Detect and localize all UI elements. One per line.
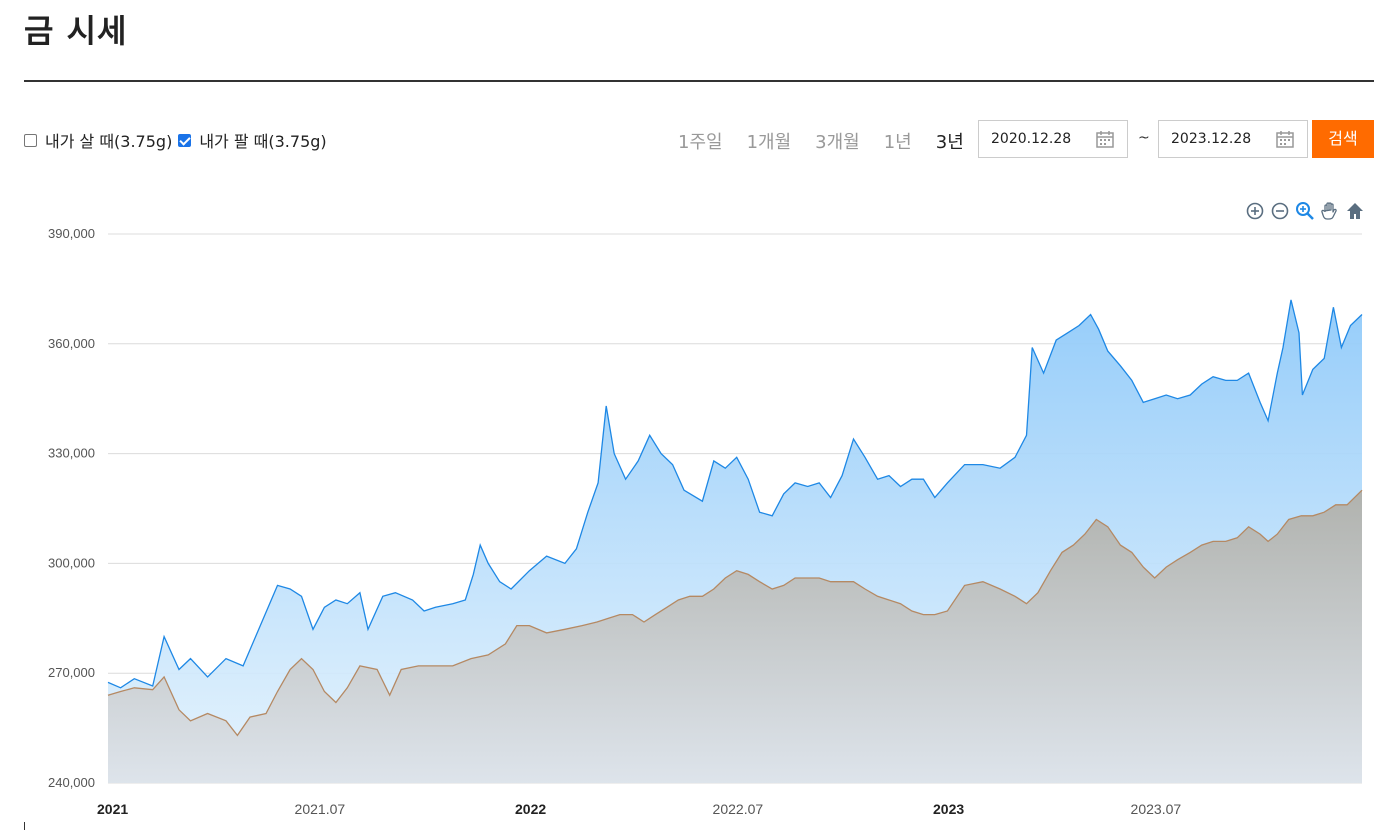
period-3-months[interactable]: 3개월 [815,128,860,154]
period-1-month[interactable]: 1개월 [747,128,792,154]
zoom-in-icon[interactable] [1244,200,1266,222]
period-3-years[interactable]: 3년 [936,128,964,154]
period-1-year[interactable]: 1년 [884,128,912,154]
chart-series [107,299,1363,783]
sell-checkbox-box[interactable] [178,133,192,147]
x-tick-label: 2022 [515,801,546,817]
end-date-value: 2023.12.28 [1171,131,1252,147]
start-date-value: 2020.12.28 [991,131,1072,147]
gold-price-chart: 240,000 270,000 300,000 330,000 360,000 390,0… [48,226,1363,817]
x-tick-label: 2022.07 [713,801,764,817]
buy-checkbox-label: 내가 살 때(3.75g) [45,132,173,151]
sell-price-checkbox[interactable]: 내가 팔 때(3.75g) [178,128,327,152]
x-tick-label: 2021.07 [295,801,346,817]
price-type-filters: 내가 살 때(3.75g) 내가 팔 때(3.75g) [24,128,333,152]
y-tick-label: 360,000 [48,336,95,351]
page-title: 금 시세 [24,12,128,50]
calendar-icon[interactable] [1275,129,1295,153]
x-tick-label: 2021 [97,801,128,817]
start-date-input[interactable]: 2020.12.28 [978,120,1128,158]
calendar-icon[interactable] [1095,129,1115,153]
y-tick-label: 240,000 [48,775,95,790]
end-date-input[interactable]: 2023.12.28 [1158,120,1308,158]
x-tick-label: 2023 [933,801,964,817]
pan-hand-icon[interactable] [1319,200,1341,222]
y-tick-label: 270,000 [48,665,95,680]
date-range-separator: ~ [1138,130,1150,146]
x-tick-label: 2023.07 [1131,801,1182,817]
zoom-select-icon[interactable] [1294,200,1316,222]
period-1-week[interactable]: 1주일 [678,128,723,154]
y-axis-labels: 240,000 270,000 300,000 330,000 360,000 390,0… [48,226,95,790]
zoom-out-icon[interactable] [1269,200,1291,222]
axis-tick-mark [24,822,25,830]
period-tabs: 1주일 1개월 3개월 1년 3년 [678,128,988,154]
x-axis-labels: 2021 2021.07 2022 2022.07 2023 2023.07 [97,801,1181,817]
title-divider [24,80,1374,82]
y-tick-label: 300,000 [48,555,95,570]
home-icon[interactable] [1344,200,1366,222]
buy-price-checkbox[interactable]: 내가 살 때(3.75g) [24,128,172,152]
sell-checkbox-label: 내가 팔 때(3.75g) [199,132,327,151]
buy-checkbox-box[interactable] [24,133,37,147]
y-tick-label: 330,000 [48,446,95,461]
search-button[interactable]: 검색 [1312,120,1374,158]
y-tick-label: 390,000 [48,226,95,241]
chart-toolbar [1241,200,1366,222]
